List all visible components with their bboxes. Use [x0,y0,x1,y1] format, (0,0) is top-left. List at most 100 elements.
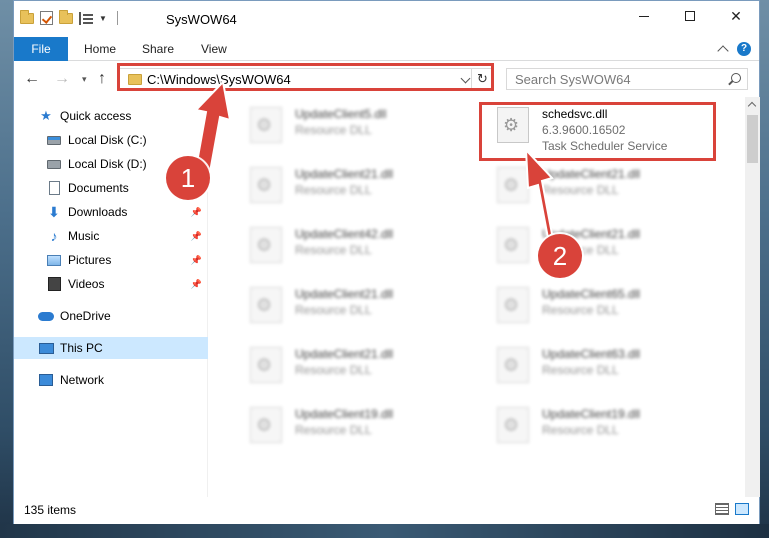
file-name: UpdateClient21.dll [295,347,394,361]
customize-toolbar-dropdown-icon[interactable]: ▼ [99,14,107,23]
minimize-button[interactable] [621,1,667,31]
file-name: UpdateClient42.dll [295,227,394,241]
desktop-background-bottom [0,524,769,538]
list-item[interactable]: UpdateClient5.dll Resource DLL [236,99,466,155]
scrollbar-thumb[interactable] [747,115,758,163]
large-icons-view-icon[interactable] [735,503,749,515]
file-type: Resource DLL [295,423,372,437]
file-name: UpdateClient21.dll [542,167,641,181]
tab-view[interactable]: View [201,37,227,61]
sidebar-item-label: Local Disk (C:) [68,133,147,147]
file-type: Resource DLL [295,243,372,257]
disk-icon [46,156,62,172]
view-toggle [715,503,749,515]
vertical-scrollbar[interactable] [745,97,760,497]
pin-icon[interactable]: 📌 [191,207,202,218]
title-bar: ▼ SysWOW64 ✕ [14,1,759,37]
list-item[interactable]: UpdateClient21.dll Resource DLL [483,219,713,275]
desktop-background-right [760,0,769,538]
properties-list-icon[interactable] [79,11,93,25]
recent-locations-dropdown-icon[interactable]: ▾ [82,74,87,85]
sidebar-item-music[interactable]: ♪ Music 📌 [14,225,208,247]
chevron-up-icon[interactable] [717,45,729,57]
file-type: Resource DLL [295,183,372,197]
sidebar-item-label: Pictures [68,253,112,267]
file-type: Resource DLL [542,363,619,377]
tab-file[interactable]: File [14,37,68,61]
close-button[interactable]: ✕ [713,1,759,31]
list-item[interactable]: UpdateClient21.dll Resource DLL [483,159,713,215]
file-name: UpdateClient19.dll [542,407,641,421]
tab-share[interactable]: Share [142,37,174,61]
pc-icon [38,340,54,356]
sidebar-item-onedrive[interactable]: OneDrive [14,305,208,327]
dll-file-icon [497,347,529,383]
forward-arrow-icon[interactable]: → [54,70,70,88]
address-highlight-box [117,63,494,91]
search-input[interactable]: Search SysWOW64 [506,68,748,90]
maximize-button[interactable] [667,1,713,31]
dll-file-icon [250,107,282,143]
pin-icon[interactable]: 📌 [191,255,202,266]
sidebar-item-label: Local Disk (D:) [68,157,147,171]
list-item[interactable]: UpdateClient21.dll Resource DLL [236,339,466,395]
list-item[interactable]: UpdateClient42.dll Resource DLL [236,219,466,275]
sidebar-item-label: Downloads [68,205,128,219]
properties-check-icon[interactable] [40,11,53,25]
file-type: Resource DLL [542,183,619,197]
search-placeholder: Search SysWOW64 [515,72,631,87]
sidebar-item-videos[interactable]: Videos 📌 [14,273,208,295]
scroll-up-icon[interactable] [747,101,757,111]
new-folder-icon[interactable] [59,9,73,24]
list-item[interactable]: UpdateClient19.dll Resource DLL [236,399,466,455]
file-type: Resource DLL [542,303,619,317]
minimize-icon [639,15,649,17]
sidebar-item-quick-access[interactable]: ★ Quick access [14,105,208,127]
list-item[interactable]: UpdateClient65.dll Resource DLL [483,279,713,335]
search-icon[interactable] [731,73,741,83]
item-count: 135 items [24,503,77,517]
tab-home[interactable]: Home [84,37,116,61]
disk-icon [46,132,62,148]
list-item[interactable]: UpdateClient21.dll Resource DLL [236,159,466,215]
file-name: UpdateClient19.dll [295,407,394,421]
sidebar-item-network[interactable]: Network [14,369,208,391]
desktop-background-left [0,0,13,538]
pin-icon[interactable]: 📌 [191,231,202,242]
file-name: UpdateClient21.dll [295,287,394,301]
back-arrow-icon[interactable]: ← [24,70,40,88]
ribbon-right-controls: ? [717,42,751,57]
toolbar-divider [116,11,118,25]
quick-access-toolbar: ▼ [20,9,118,25]
list-item[interactable]: UpdateClient19.dll Resource DLL [483,399,713,455]
dll-file-icon [497,407,529,443]
file-type: Resource DLL [295,303,372,317]
sidebar-item-label: Quick access [60,109,132,123]
pin-icon[interactable]: 📌 [191,279,202,290]
sidebar-item-this-pc[interactable]: This PC [14,337,208,359]
sidebar-item-label: This PC [60,341,103,355]
pictures-icon [46,252,62,268]
dll-file-icon [497,167,529,203]
file-type: Resource DLL [542,423,619,437]
sidebar-item-local-disk-c[interactable]: Local Disk (C:) [14,129,208,151]
window-title: SysWOW64 [166,12,237,27]
sidebar-item-pictures[interactable]: Pictures 📌 [14,249,208,271]
dll-file-icon [250,407,282,443]
file-name: UpdateClient5.dll [295,107,387,121]
file-name: UpdateClient63.dll [542,347,641,361]
sidebar-item-label: OneDrive [60,309,111,323]
file-type: Resource DLL [295,123,372,137]
sidebar-item-downloads[interactable]: ⬇ Downloads 📌 [14,201,208,223]
dll-file-icon [497,227,529,263]
file-highlight-box [479,102,716,161]
details-view-icon[interactable] [715,503,729,515]
list-item[interactable]: UpdateClient63.dll Resource DLL [483,339,713,395]
folder-icon[interactable] [20,9,34,24]
cloud-icon [38,308,54,324]
dll-file-icon [497,287,529,323]
up-arrow-icon[interactable]: ↑ [98,70,106,88]
list-item[interactable]: UpdateClient21.dll Resource DLL [236,279,466,335]
music-icon: ♪ [50,228,58,244]
help-icon[interactable]: ? [737,42,751,56]
